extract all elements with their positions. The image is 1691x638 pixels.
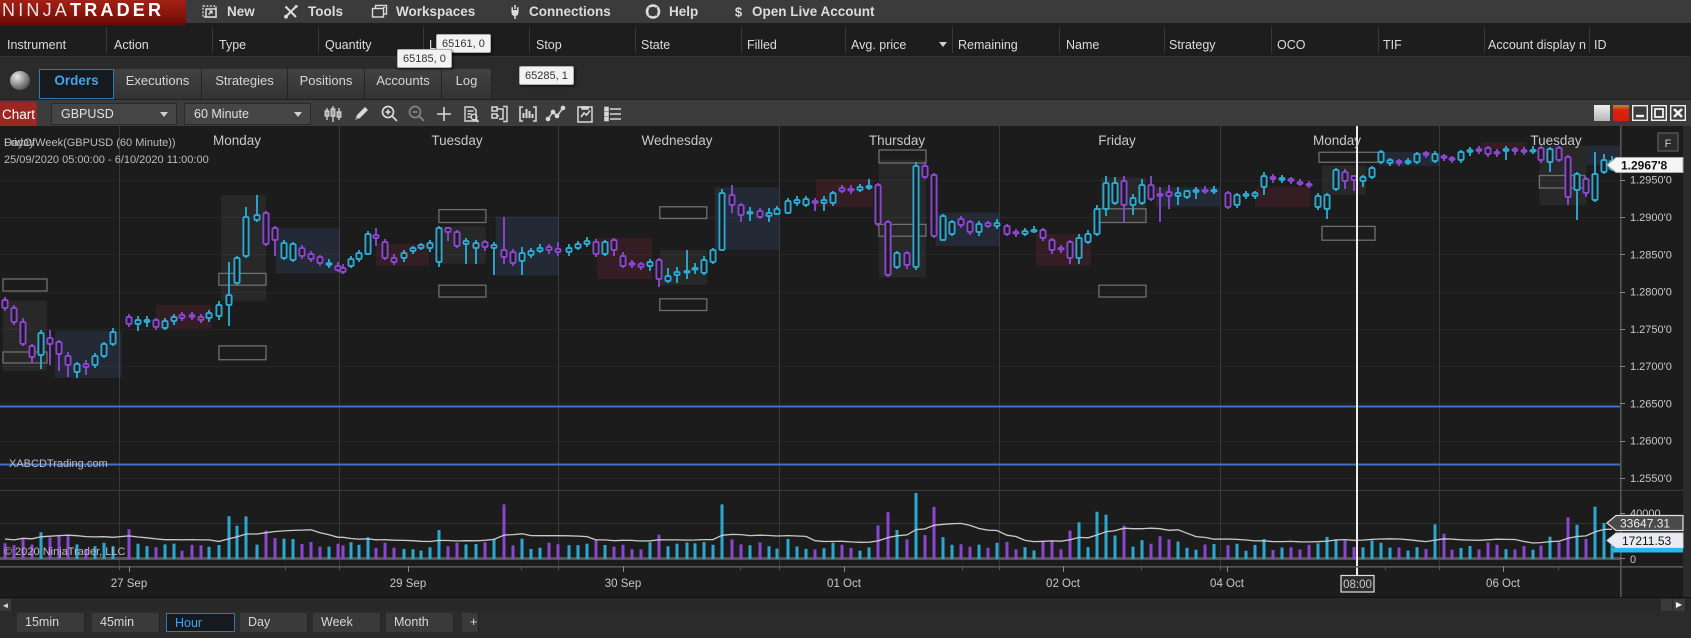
svg-text:Tuesday: Tuesday bbox=[1530, 133, 1582, 148]
svg-text:Monday: Monday bbox=[213, 133, 261, 148]
svg-text:Wednesday: Wednesday bbox=[641, 133, 712, 148]
svg-text:XABCDTrading.com: XABCDTrading.com bbox=[9, 458, 108, 470]
svg-text:F: F bbox=[1665, 138, 1672, 150]
svg-text:06 Oct: 06 Oct bbox=[1486, 578, 1521, 590]
svg-text:1.2950'0: 1.2950'0 bbox=[1630, 175, 1672, 187]
svg-text:1.2900'0: 1.2900'0 bbox=[1630, 212, 1672, 224]
svg-text:Friday: Friday bbox=[4, 137, 35, 149]
svg-text:17211.53: 17211.53 bbox=[1622, 534, 1671, 548]
svg-text:29 Sep: 29 Sep bbox=[390, 578, 426, 590]
svg-text:1.2750'0: 1.2750'0 bbox=[1630, 324, 1672, 336]
svg-text:04 Oct: 04 Oct bbox=[1210, 578, 1245, 590]
svg-text:© 2020 NinjaTrader, LLC: © 2020 NinjaTrader, LLC bbox=[4, 546, 125, 558]
svg-text:Thursday: Thursday bbox=[869, 133, 926, 148]
svg-text:Monday: Monday bbox=[1313, 133, 1361, 148]
svg-text:1.2550'0: 1.2550'0 bbox=[1630, 473, 1672, 485]
svg-text:1.2700'0: 1.2700'0 bbox=[1630, 361, 1672, 373]
svg-text:08:00: 08:00 bbox=[1343, 579, 1372, 591]
svg-text:1.2967'8: 1.2967'8 bbox=[1621, 159, 1668, 173]
svg-text:$: $ bbox=[735, 5, 743, 20]
svg-text:1.2600'0: 1.2600'0 bbox=[1630, 436, 1672, 448]
svg-text:25/09/2020 05:00:00 - 6/10/202: 25/09/2020 05:00:00 - 6/10/2020 11:00:00 bbox=[4, 154, 209, 166]
svg-text:1.2850'0: 1.2850'0 bbox=[1630, 249, 1672, 261]
svg-text:01 Oct: 01 Oct bbox=[827, 578, 862, 590]
svg-text:30 Sep: 30 Sep bbox=[605, 578, 641, 590]
svg-text:33647.31: 33647.31 bbox=[1620, 517, 1670, 531]
svg-text:02 Oct: 02 Oct bbox=[1046, 578, 1081, 590]
svg-text:1.2800'0: 1.2800'0 bbox=[1630, 287, 1672, 299]
svg-text:0: 0 bbox=[1630, 554, 1636, 566]
svg-text:Tuesday: Tuesday bbox=[431, 133, 483, 148]
svg-text:1.2650'0: 1.2650'0 bbox=[1630, 398, 1672, 410]
svg-text:Friday: Friday bbox=[1098, 133, 1136, 148]
svg-text:27 Sep: 27 Sep bbox=[111, 578, 147, 590]
